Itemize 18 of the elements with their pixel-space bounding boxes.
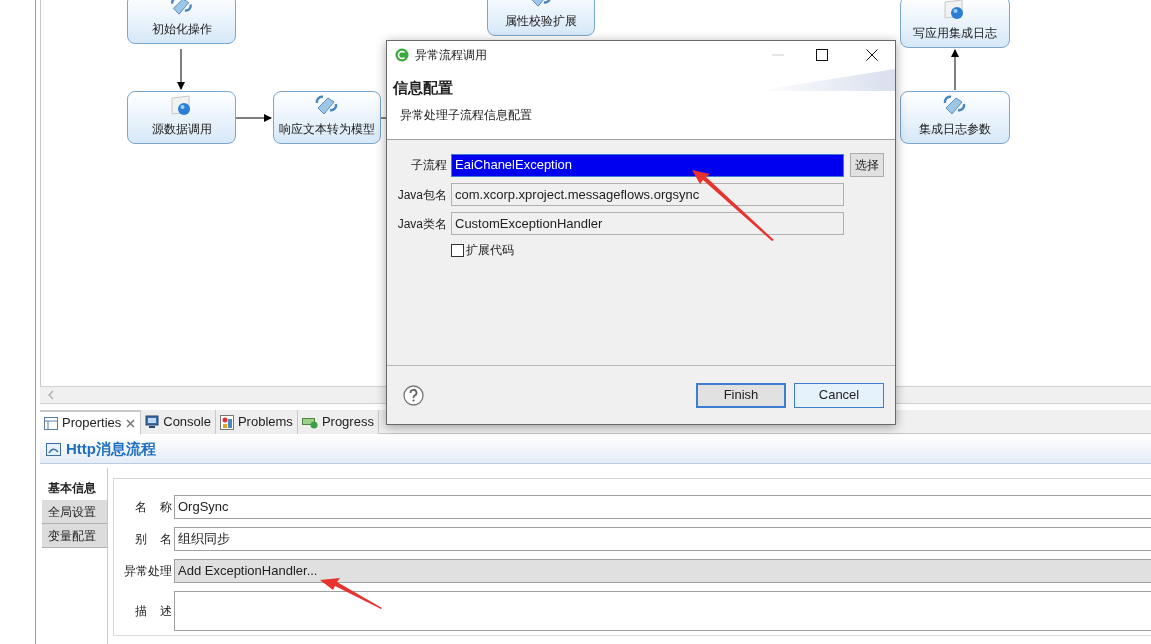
field-label: 异常处理 [123, 563, 173, 580]
field-label: 描 述 [133, 603, 173, 620]
checkbox-label: 扩展代码 [466, 242, 514, 259]
node-label: 响应文本转为模型 [279, 121, 375, 138]
node-label: 初始化操作 [151, 21, 212, 38]
field-label: Java类名 [396, 215, 447, 233]
dialog-heading: 信息配置 [393, 78, 453, 98]
node-label: 源数据调用 [151, 121, 212, 138]
field-label: 子流程 [410, 157, 447, 174]
field-label: 名 称 [133, 499, 173, 516]
node-label: 写应用集成日志 [913, 25, 997, 42]
node-label: 集成日志参数 [919, 121, 991, 138]
dialog-title: 异常流程调用 [415, 47, 488, 64]
properties-title: Http消息流程 [66, 439, 156, 460]
node-label: 属性校验扩展 [505, 13, 577, 30]
dialog-description: 异常处理子流程信息配置 [399, 106, 533, 124]
field-label: 别 名 [133, 531, 173, 548]
field-label: Java包名 [396, 186, 447, 204]
